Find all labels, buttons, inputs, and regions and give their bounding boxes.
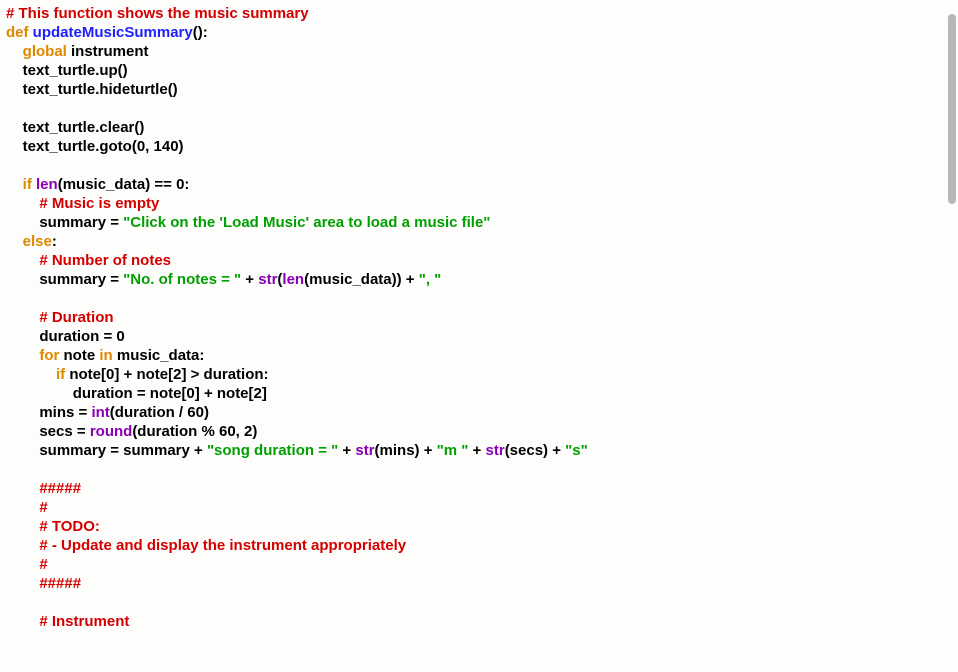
indent (6, 81, 23, 98)
code-text: summary = (39, 271, 123, 288)
code-text: summary = summary + (39, 442, 207, 459)
indent (6, 176, 23, 193)
function-name: updateMusicSummary (33, 24, 193, 41)
indent (6, 195, 39, 212)
code-text: note[0] + note[2] > duration: (65, 366, 268, 383)
code-comment: # TODO: (39, 518, 100, 535)
code-text: mins = (39, 404, 91, 421)
code-text: text_turtle.hideturtle() (23, 81, 178, 98)
code-text: text_turtle.up() (23, 62, 128, 79)
code-comment: # Music is empty (39, 195, 159, 212)
indent (6, 252, 39, 269)
string-literal: "m " (437, 442, 469, 459)
indent (6, 119, 23, 136)
indent (6, 138, 23, 155)
code-text: instrument (67, 43, 149, 60)
code-comment: ##### (39, 575, 81, 592)
indent (6, 385, 73, 402)
code-text: (music_data)) + (304, 271, 419, 288)
code-text: (secs) + (505, 442, 565, 459)
code-text: (mins) + (375, 442, 437, 459)
string-literal: "song duration = " (207, 442, 338, 459)
indent (6, 499, 39, 516)
code-block: # This function shows the music summary … (0, 0, 940, 672)
indent (6, 518, 39, 535)
code-text: (): (193, 24, 208, 41)
string-literal: "No. of notes = " (123, 271, 241, 288)
builtin-len: len (36, 176, 58, 193)
code-text: note (59, 347, 99, 364)
code-comment: ##### (39, 480, 81, 497)
string-literal: ", " (419, 271, 442, 288)
code-comment: # (39, 499, 47, 516)
indent (6, 214, 39, 231)
code-viewport: # This function shows the music summary … (0, 0, 958, 672)
code-text: (music_data) == 0: (58, 176, 190, 193)
indent (6, 43, 23, 60)
code-text: duration = note[0] + note[2] (73, 385, 267, 402)
keyword-if: if (23, 176, 32, 193)
code-text: (duration % 60, 2) (132, 423, 257, 440)
indent (6, 328, 39, 345)
indent (6, 309, 39, 326)
indent (6, 233, 23, 250)
code-comment: # - Update and display the instrument ap… (39, 537, 406, 554)
indent (6, 423, 39, 440)
code-text: music_data: (113, 347, 205, 364)
builtin-len: len (282, 271, 304, 288)
code-text: text_turtle.clear() (23, 119, 145, 136)
keyword-else: else (23, 233, 52, 250)
code-text: + (241, 271, 258, 288)
keyword-global: global (23, 43, 67, 60)
code-text: secs = (39, 423, 89, 440)
code-comment: # Number of notes (39, 252, 171, 269)
scrollbar-thumb[interactable] (948, 14, 956, 204)
code-comment: # Instrument (39, 613, 129, 630)
keyword-in: in (99, 347, 112, 364)
string-literal: "Click on the 'Load Music' area to load … (123, 214, 490, 231)
keyword-if: if (56, 366, 65, 383)
string-literal: "s" (565, 442, 588, 459)
indent (6, 556, 39, 573)
code-text: summary = (39, 214, 123, 231)
builtin-str: str (355, 442, 374, 459)
indent (6, 366, 56, 383)
builtin-str: str (486, 442, 505, 459)
code-text: text_turtle.goto(0, 140) (23, 138, 184, 155)
code-text: duration = 0 (39, 328, 124, 345)
code-text: (duration / 60) (110, 404, 209, 421)
code-line: # This function shows the music summary (6, 5, 309, 22)
indent (6, 575, 39, 592)
builtin-str: str (258, 271, 277, 288)
builtin-round: round (90, 423, 133, 440)
keyword-for: for (39, 347, 59, 364)
indent (6, 347, 39, 364)
indent (6, 62, 23, 79)
indent (6, 442, 39, 459)
keyword-def: def (6, 24, 29, 41)
indent (6, 404, 39, 421)
code-comment: # (39, 556, 47, 573)
indent (6, 271, 39, 288)
code-text: + (338, 442, 355, 459)
code-text: + (468, 442, 485, 459)
code-comment: # Duration (39, 309, 113, 326)
indent (6, 537, 39, 554)
indent (6, 480, 39, 497)
indent (6, 613, 39, 630)
code-text: : (52, 233, 57, 250)
builtin-int: int (91, 404, 109, 421)
